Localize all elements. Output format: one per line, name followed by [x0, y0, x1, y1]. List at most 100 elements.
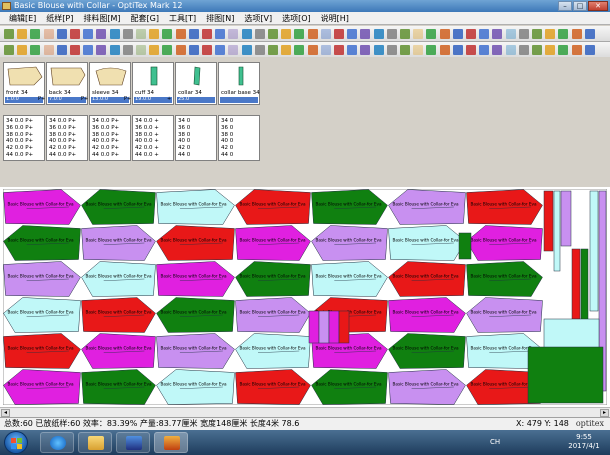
toolbar-button-icon[interactable]	[4, 45, 14, 55]
toolbar-button-icon[interactable]	[83, 29, 94, 39]
marker-small-piece[interactable]	[328, 310, 340, 344]
toolbar-button-icon[interactable]	[241, 45, 252, 55]
piece-plus[interactable]: P+	[124, 96, 131, 102]
size-table-3[interactable]: 34 0.0 +36 0.0 +38 0.0 +40 0.0 +42 0.0 +…	[132, 115, 174, 161]
taskbar-optitex[interactable]	[154, 432, 188, 453]
toolbar-button-icon[interactable]	[136, 29, 146, 39]
toolbar-button-icon[interactable]	[518, 45, 529, 55]
marker-small-piece[interactable]	[318, 310, 330, 344]
toolbar-button-icon[interactable]	[4, 29, 14, 39]
toolbar-button-icon[interactable]	[558, 45, 569, 55]
toolbar-button-icon[interactable]	[122, 29, 133, 39]
toolbar-button-icon[interactable]	[400, 29, 410, 39]
toolbar-button-icon[interactable]	[149, 29, 160, 39]
title-bar[interactable]: Basic Blouse with Collar - OptiTex Mark …	[0, 0, 610, 12]
toolbar-button-icon[interactable]	[584, 45, 595, 55]
toolbar-button-icon[interactable]	[294, 45, 305, 55]
toolbar-button-icon[interactable]	[479, 45, 490, 55]
toolbar-button-icon[interactable]	[452, 29, 463, 39]
scroll-right-arrow[interactable]: ▸	[600, 409, 609, 417]
piece-card-front[interactable]: front 34 1.0:0 P+	[3, 62, 45, 105]
toolbar-button-icon[interactable]	[360, 45, 371, 55]
toolbar-button-icon[interactable]	[426, 29, 437, 39]
start-button[interactable]	[4, 431, 28, 454]
menu-pattern[interactable]: 纸样[P]	[41, 13, 78, 24]
toolbar-button-icon[interactable]	[96, 29, 107, 39]
toolbar-button-icon[interactable]	[360, 29, 371, 39]
toolbar-button-icon[interactable]	[334, 29, 344, 39]
toolbar-button-icon[interactable]	[96, 45, 107, 55]
toolbar-button-icon[interactable]	[373, 29, 384, 39]
toolbar-button-icon[interactable]	[386, 45, 397, 55]
piece-plus[interactable]: P+	[81, 96, 88, 102]
toolbar-button-icon[interactable]	[505, 29, 516, 39]
menu-view[interactable]: 选项[V]	[239, 13, 277, 24]
piece-card-back[interactable]: back 34 7.0:0 P+	[46, 62, 88, 105]
toolbar-button-icon[interactable]	[30, 29, 41, 39]
toolbar-button-icon[interactable]	[386, 29, 397, 39]
toolbar-button-icon[interactable]	[122, 45, 133, 55]
toolbar-button-icon[interactable]	[162, 45, 173, 55]
menu-options[interactable]: 选项[O]	[277, 13, 316, 24]
toolbar-button-icon[interactable]	[479, 29, 490, 39]
toolbar-button-icon[interactable]	[439, 45, 450, 55]
toolbar-button-icon[interactable]	[109, 29, 120, 39]
toolbar-button-icon[interactable]	[268, 29, 278, 39]
scroll-left-arrow[interactable]: ◂	[1, 409, 10, 417]
toolbar-button-icon[interactable]	[175, 45, 186, 55]
marker-small-piece[interactable]	[527, 346, 604, 404]
clock[interactable]: 9:55 2017/4/1	[564, 433, 604, 451]
toolbar-button-icon[interactable]	[320, 45, 331, 55]
marker-small-piece[interactable]	[560, 190, 572, 247]
close-button[interactable]: ✕	[588, 1, 608, 11]
toolbar-button-icon[interactable]	[17, 45, 28, 55]
toolbar-button-icon[interactable]	[532, 29, 542, 39]
toolbar-button-icon[interactable]	[439, 29, 450, 39]
toolbar-button-icon[interactable]	[17, 29, 28, 39]
toolbar-button-icon[interactable]	[149, 45, 160, 55]
toolbar-button-icon[interactable]	[56, 45, 67, 55]
toolbar-button-icon[interactable]	[254, 29, 265, 39]
toolbar-button-icon[interactable]	[70, 45, 80, 55]
marker-small-piece[interactable]	[589, 190, 599, 312]
marker-layout[interactable]: Basic Blouse with Collar-for Eva Basic Bl…	[3, 189, 607, 405]
toolbar-button-icon[interactable]	[347, 45, 358, 55]
minimize-button[interactable]: –	[558, 1, 572, 11]
toolbar-button-icon[interactable]	[558, 29, 569, 39]
marker-small-piece[interactable]	[553, 190, 561, 272]
size-table-1[interactable]: 34 0.0 P+ 36 0.0 P+ 38 0.0 P+ 40 0.0 P+ 42 0…	[46, 115, 88, 161]
toolbar-button-icon[interactable]	[492, 29, 503, 39]
toolbar-button-icon[interactable]	[136, 45, 146, 55]
menu-tools[interactable]: 工具[T]	[164, 13, 201, 24]
menu-marker[interactable]: 排料图[M]	[78, 13, 125, 24]
toolbar-button-icon[interactable]	[228, 45, 239, 55]
toolbar-button-icon[interactable]	[426, 45, 437, 55]
size-table-2[interactable]: 34 0.0 P+ 36 0.0 P+ 38 0.0 P+ 40 0.0 P+ 42 0…	[89, 115, 131, 161]
toolbar-button-icon[interactable]	[215, 45, 226, 55]
toolbar-button-icon[interactable]	[43, 45, 54, 55]
marker-small-piece[interactable]	[580, 248, 589, 325]
piece-plus[interactable]: P+	[38, 96, 45, 102]
menu-help[interactable]: 说明[H]	[316, 13, 354, 24]
toolbar-button-icon[interactable]	[281, 45, 292, 55]
toolbar-button-icon[interactable]	[466, 45, 476, 55]
toolbar-button-icon[interactable]	[30, 45, 41, 55]
piece-card-collar-base[interactable]: collar base 34	[218, 62, 260, 105]
toolbar-button-icon[interactable]	[452, 45, 463, 55]
toolbar-button-icon[interactable]	[268, 45, 278, 55]
marker-small-piece[interactable]	[308, 310, 320, 344]
toolbar-button-icon[interactable]	[307, 45, 318, 55]
piece-card-collar[interactable]: collar 34 25.0	[175, 62, 217, 105]
toolbar-button-icon[interactable]	[109, 45, 120, 55]
toolbar-button-icon[interactable]	[254, 45, 265, 55]
toolbar-button-icon[interactable]	[320, 29, 331, 39]
size-table-0[interactable]: 34 0.0 P+ 36 0.0 P+ 38 0.0 P+ 40 0.0 P+ 42 0…	[3, 115, 45, 161]
marker-small-piece[interactable]	[571, 248, 581, 320]
toolbar-button-icon[interactable]	[188, 45, 199, 55]
toolbar-button-icon[interactable]	[584, 29, 595, 39]
horizontal-scrollbar[interactable]: ◂ ▸	[0, 407, 610, 417]
marker-small-piece[interactable]	[458, 232, 472, 260]
toolbar-button-icon[interactable]	[202, 45, 212, 55]
size-table-5[interactable]: 34 0 36 0 38 0 40 0 42 0 44 0	[218, 115, 260, 161]
toolbar-button-icon[interactable]	[43, 29, 54, 39]
